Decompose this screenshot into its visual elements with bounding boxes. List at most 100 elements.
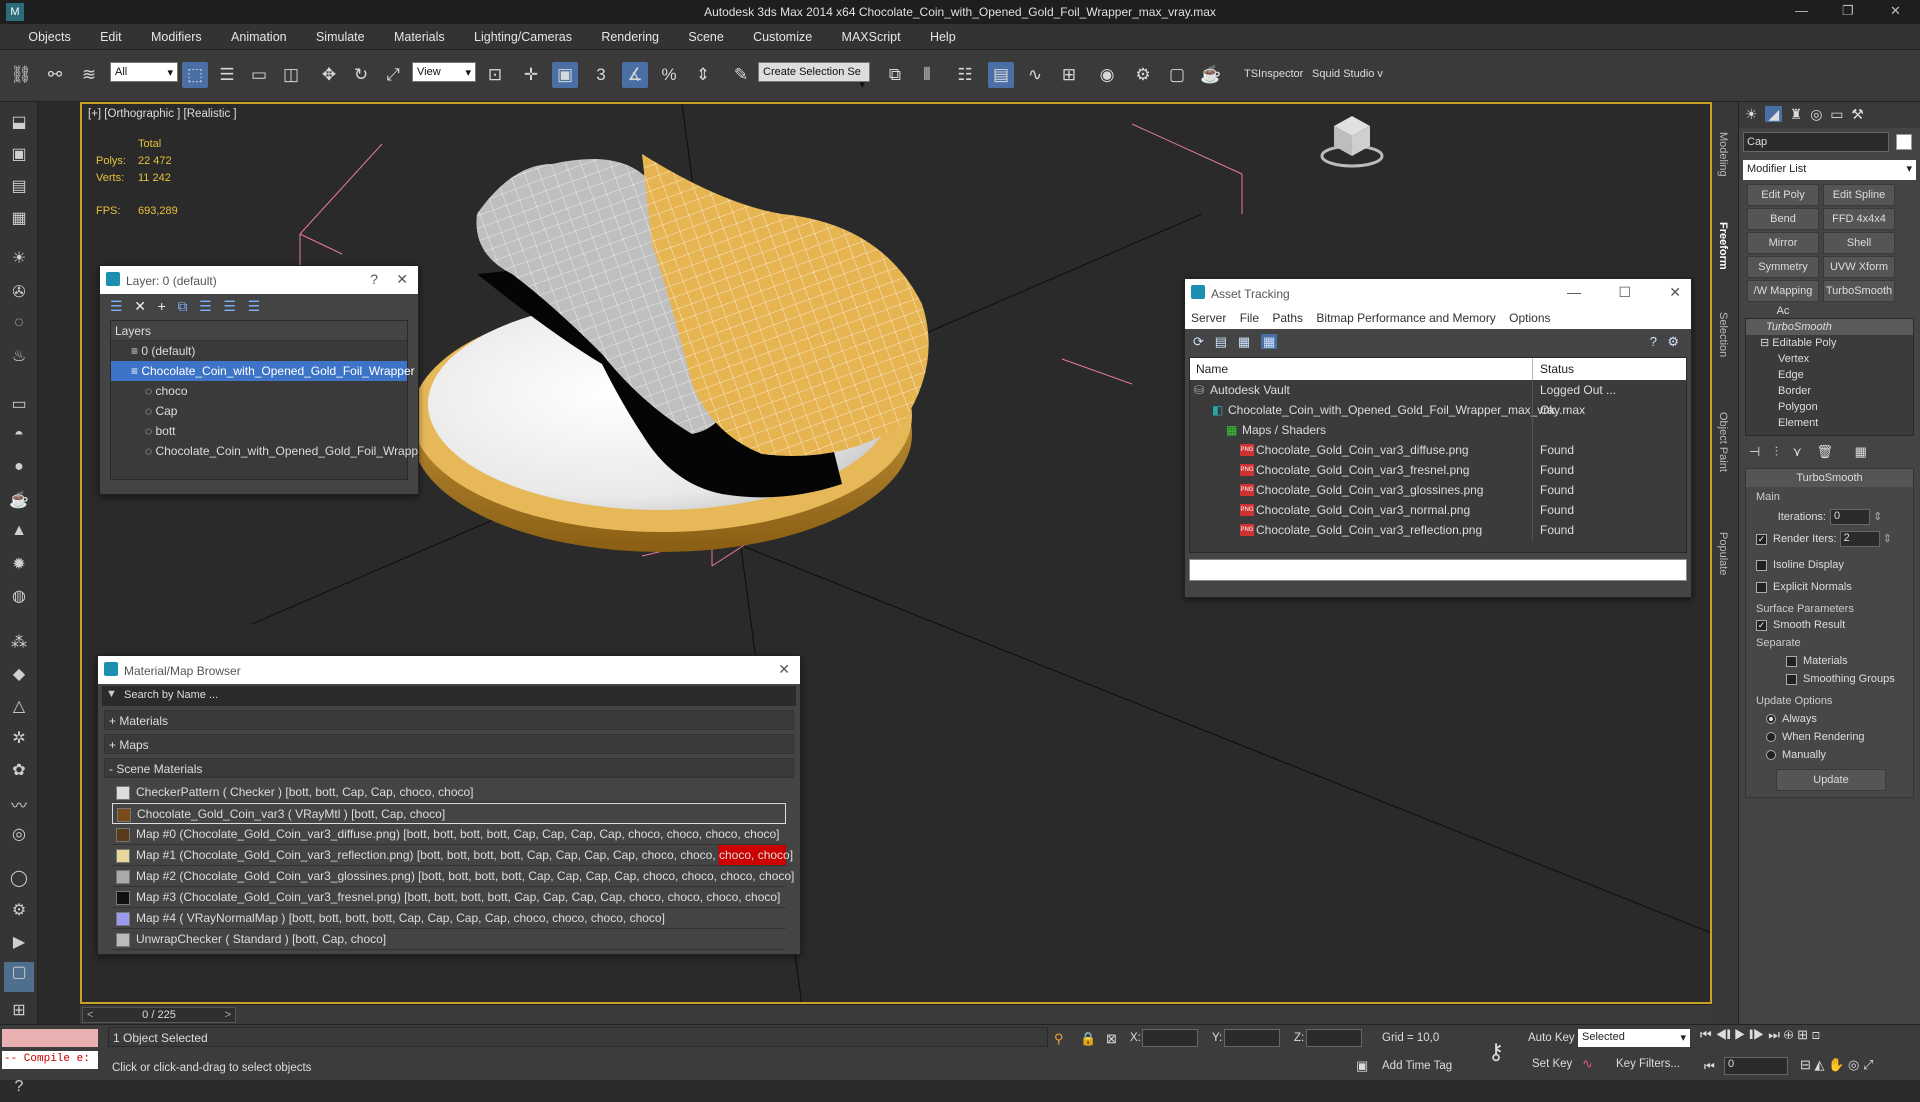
- viewport-icon[interactable]: ⬓: [6, 112, 32, 136]
- pan-icon[interactable]: ✋: [1828, 1057, 1844, 1072]
- align-icon[interactable]: ⫴: [914, 62, 940, 88]
- zoom-extents-icon[interactable]: ⊕: [1784, 1027, 1794, 1042]
- single-viewport-icon[interactable]: ▢: [4, 962, 34, 992]
- layer-item-wrapper[interactable]: ≡ Chocolate_Coin_with_Opened_Gold_Foil_W…: [111, 361, 415, 381]
- scene-material-item[interactable]: Map #3 (Chocolate_Gold_Coin_var3_fresnel…: [112, 887, 786, 908]
- editor-icon[interactable]: ▤: [6, 176, 32, 200]
- explicit-normals-checkbox[interactable]: [1756, 581, 1767, 593]
- camera-icon[interactable]: ✇: [6, 282, 32, 306]
- update-always-radio[interactable]: [1766, 714, 1776, 725]
- modifier-button[interactable]: Mirror: [1747, 232, 1819, 254]
- asset-path-field[interactable]: [1189, 559, 1687, 581]
- squid-studio-label[interactable]: Squid Studio v: [1312, 68, 1383, 80]
- link-icon[interactable]: ⛓: [8, 62, 34, 88]
- stack-element[interactable]: Element: [1746, 415, 1913, 431]
- menu-customize[interactable]: Customize: [740, 24, 825, 44]
- menu-rendering[interactable]: Rendering: [588, 24, 672, 44]
- group-materials[interactable]: + Materials: [104, 710, 794, 730]
- hierarchy-tab-icon[interactable]: ♜: [1790, 106, 1803, 122]
- shapes-icon[interactable]: ◆: [6, 664, 32, 688]
- select-manipulate-icon[interactable]: ✛: [518, 62, 544, 88]
- separate-materials-checkbox[interactable]: [1786, 655, 1797, 667]
- bind-spacewarp-icon[interactable]: ≋: [76, 62, 102, 88]
- set-key-icon[interactable]: ⚷: [1488, 1039, 1504, 1065]
- update-always-row[interactable]: Always: [1766, 713, 1817, 725]
- frame-icon[interactable]: ▦: [6, 208, 32, 232]
- rectangular-selection-icon[interactable]: ▭: [246, 62, 272, 88]
- scene-material-item[interactable]: Map #0 (Chocolate_Gold_Coin_var3_diffuse…: [112, 824, 786, 845]
- iterations-field[interactable]: 0: [1830, 509, 1870, 525]
- curve-editor-icon[interactable]: ∿: [1022, 62, 1048, 88]
- zoom-all-icon[interactable]: ⊞: [1797, 1027, 1808, 1042]
- rollout-title[interactable]: TurboSmooth: [1746, 469, 1913, 487]
- minimize-icon[interactable]: —: [1795, 3, 1808, 18]
- maximize-icon[interactable]: ☐: [1618, 284, 1631, 301]
- freeze-layers-icon[interactable]: ☰: [248, 298, 261, 314]
- tab-populate[interactable]: Populate: [1717, 532, 1729, 575]
- asset-row[interactable]: PNG Chocolate_Gold_Coin_var3_diffuse.png F…: [1190, 440, 1686, 460]
- zoom-region-icon[interactable]: ⊡: [1812, 1027, 1820, 1042]
- keyboard-shortcut-override-icon[interactable]: ▣: [552, 62, 578, 88]
- menu-simulate[interactable]: Simulate: [303, 24, 378, 44]
- minimize-icon[interactable]: —: [1567, 284, 1581, 300]
- column-name[interactable]: Name: [1196, 362, 1228, 376]
- named-selection-sets-dropdown[interactable]: Create Selection Se ▾: [758, 62, 870, 91]
- asset-menu-server[interactable]: Server: [1191, 311, 1226, 325]
- asset-row[interactable]: PNG Chocolate_Gold_Coin_var3_normal.png Fo…: [1190, 500, 1686, 520]
- new-layer-icon[interactable]: ☰: [110, 298, 123, 314]
- update-manually-radio[interactable]: [1766, 750, 1776, 761]
- render-icon[interactable]: ▣: [6, 144, 32, 168]
- asset-row[interactable]: PNG Chocolate_Gold_Coin_var3_glossines.pn…: [1190, 480, 1686, 500]
- asset-row[interactable]: PNG Chocolate_Gold_Coin_var3_fresnel.png F…: [1190, 460, 1686, 480]
- modifier-button[interactable]: /W Mapping Ac: [1747, 280, 1819, 317]
- field-of-view-icon[interactable]: ◭: [1815, 1057, 1825, 1072]
- rendered-frame-window-icon[interactable]: ▢: [1164, 62, 1190, 88]
- maxscript-mini-listener-top[interactable]: [2, 1029, 98, 1047]
- time-slider-handle[interactable]: <0 / 225 >: [82, 1007, 236, 1023]
- material-map-browser-window[interactable]: Material/Map Browser ✕ ▼ Search by Name ..…: [97, 655, 801, 955]
- render-iters-field[interactable]: 2: [1839, 531, 1880, 547]
- modifier-button[interactable]: Edit Spline: [1823, 184, 1895, 206]
- torus-icon[interactable]: ◌: [6, 314, 32, 338]
- modify-tab-icon[interactable]: ◢: [1765, 106, 1783, 122]
- layer-object-cap[interactable]: ◌ Cap: [111, 401, 407, 421]
- stack-polygon[interactable]: Polygon: [1746, 399, 1913, 415]
- layer-manager-icon[interactable]: ☷: [952, 62, 978, 88]
- stack-edge[interactable]: Edge: [1746, 367, 1913, 383]
- unlink-icon[interactable]: ⚯: [42, 62, 68, 88]
- list-view-icon[interactable]: ▤: [1215, 334, 1227, 349]
- motion-tab-icon[interactable]: ◎: [1810, 106, 1822, 122]
- angle-snap-icon[interactable]: ∡: [622, 62, 648, 88]
- scene-material-item[interactable]: Chocolate_Gold_Coin_var3 ( VRayMtl ) [bo…: [112, 803, 786, 824]
- scale-icon[interactable]: ⤢: [380, 62, 406, 88]
- isoline-checkbox[interactable]: [1756, 559, 1767, 571]
- teapot-primitive-icon[interactable]: ☕: [6, 490, 32, 514]
- hair-icon[interactable]: 〰: [6, 792, 32, 816]
- group-scene-materials[interactable]: - Scene Materials: [104, 758, 794, 778]
- object-name-field[interactable]: Cap: [1743, 132, 1889, 152]
- time-config-icon[interactable]: ⊟: [1800, 1057, 1811, 1072]
- previous-frame-icon[interactable]: ◀❙: [1715, 1027, 1730, 1042]
- window-crossing-icon[interactable]: ◫: [278, 62, 304, 88]
- asset-tracking-window[interactable]: Asset Tracking — ☐ ✕ Server File Paths Bitm…: [1184, 278, 1692, 598]
- tab-selection[interactable]: Selection: [1717, 312, 1729, 357]
- y-coordinate-field[interactable]: [1224, 1029, 1280, 1047]
- asset-menu-file[interactable]: File: [1240, 311, 1259, 325]
- sun-icon[interactable]: ✹: [6, 554, 32, 578]
- refresh-icon[interactable]: ⟳: [1193, 334, 1204, 349]
- update-rendering-radio[interactable]: [1766, 732, 1776, 743]
- menu-edit[interactable]: Edit: [87, 24, 135, 44]
- separate-materials-row[interactable]: Materials: [1786, 655, 1848, 667]
- smooth-result-checkbox[interactable]: ✓: [1756, 619, 1767, 631]
- rotate-icon[interactable]: ↻: [348, 62, 374, 88]
- foliage-icon[interactable]: ✿: [6, 760, 32, 784]
- sphere-icon[interactable]: ●: [6, 458, 32, 482]
- isoline-row[interactable]: Isoline Display: [1756, 559, 1844, 571]
- graphite-ribbon-icon[interactable]: ▤: [988, 62, 1014, 88]
- scene-material-item[interactable]: UnwrapChecker ( Standard ) [bott, Cap, c…: [112, 929, 786, 950]
- layer-object-choco[interactable]: ◌ choco: [111, 381, 407, 401]
- mirror-icon[interactable]: ⧉: [882, 62, 908, 88]
- explicit-normals-row[interactable]: Explicit Normals: [1756, 581, 1852, 593]
- object-color-swatch[interactable]: [1896, 134, 1912, 150]
- spinner-snap-icon[interactable]: ⇕: [690, 62, 716, 88]
